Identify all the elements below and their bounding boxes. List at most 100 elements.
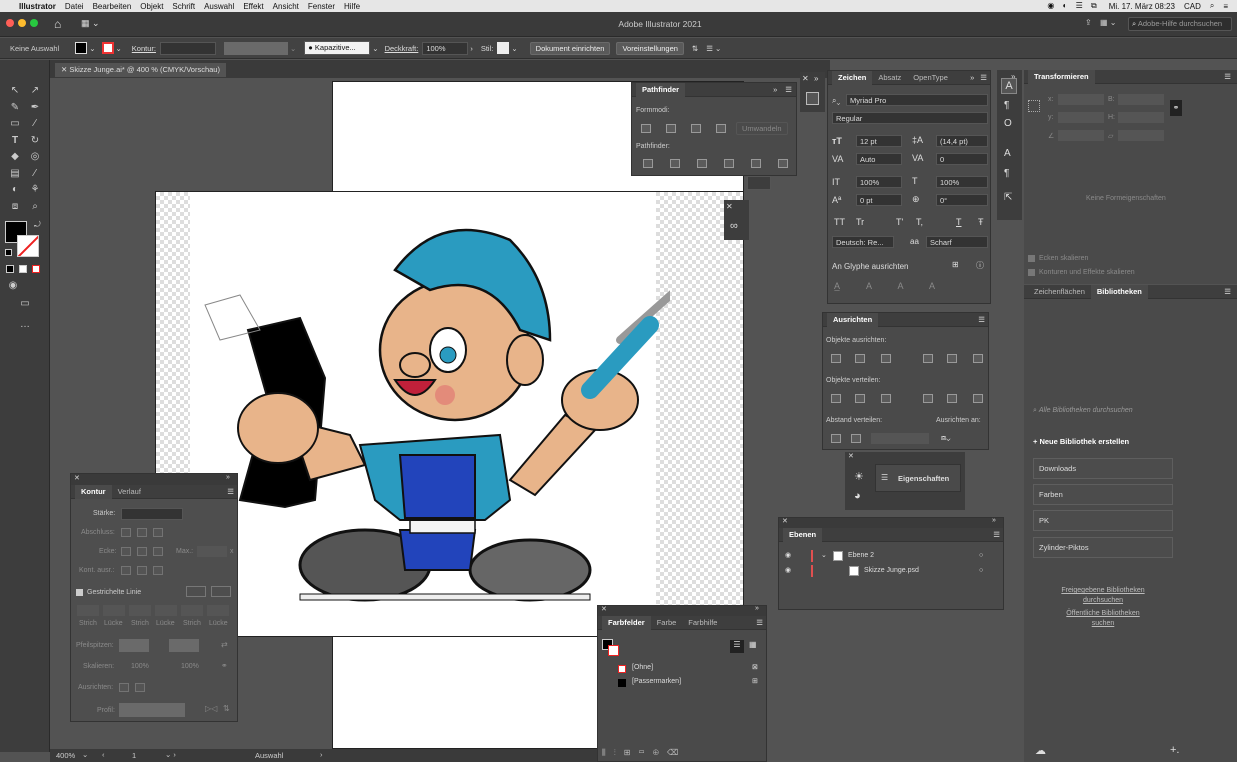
scale-end-field[interactable]: 100% (181, 663, 199, 670)
eye-icon[interactable]: ◉ (785, 549, 791, 563)
variable-width-field[interactable] (223, 41, 288, 55)
distribute-vspace-icon[interactable] (831, 434, 841, 443)
workspace-switcher-icon[interactable]: ▦ ⌄ (81, 18, 100, 29)
font-search-icon[interactable]: ⌕⌄ (832, 96, 840, 106)
stroke-swatch[interactable] (101, 42, 114, 54)
leading-field[interactable]: (14,4 pt) (936, 135, 988, 147)
angle-field[interactable] (1058, 130, 1104, 141)
panel-menu-icon[interactable]: ☰ (1224, 72, 1231, 81)
tab-zeichenflaechen[interactable]: Zeichenflächen (1028, 285, 1091, 299)
y-field[interactable] (1058, 112, 1104, 123)
limit-field[interactable] (197, 546, 227, 557)
profile-select[interactable] (119, 703, 185, 717)
x-field[interactable] (1058, 94, 1104, 105)
new-color-group-icon[interactable]: ▭ (638, 748, 652, 757)
trim-icon[interactable] (670, 159, 680, 168)
grid-view-icon[interactable]: ▦ (749, 640, 757, 649)
close-icon[interactable]: ✕ (726, 202, 733, 211)
chevron-down-icon[interactable]: ⌄ (290, 44, 296, 53)
minus-back-icon[interactable] (778, 159, 788, 168)
zoom-tool-icon[interactable]: ⌕ (28, 200, 42, 214)
pen-tool-icon[interactable]: ✎ (8, 101, 22, 115)
intersect-icon[interactable] (691, 124, 701, 133)
target-icon[interactable]: ○ (979, 564, 983, 578)
flip-along-icon[interactable]: ⇅ (223, 704, 230, 713)
fill-stroke-indicator[interactable] (602, 639, 620, 657)
strikethrough-button[interactable]: Ŧ (978, 217, 984, 227)
dashed-line-checkbox[interactable] (76, 589, 83, 596)
superscript-button[interactable]: T' (896, 217, 903, 227)
screen-mode-icon[interactable]: ▭ (18, 297, 32, 311)
underline-button[interactable]: T (956, 217, 962, 227)
swap-icon[interactable]: ⤾ (34, 220, 41, 230)
collapse-icon[interactable]: » (814, 74, 818, 83)
dash-fields[interactable] (77, 605, 233, 616)
shared-libraries-link[interactable]: Freigegebene Bibliotheken durchsuchen (1033, 586, 1173, 606)
menu-effekt[interactable]: Effekt (243, 2, 263, 11)
library-downloads[interactable]: Downloads (1033, 458, 1173, 479)
default-colors-icon[interactable] (5, 249, 12, 256)
library-menu-icon[interactable]: ⫼ (602, 748, 614, 757)
zoom-button[interactable] (30, 19, 38, 27)
tracking-field[interactable]: 0 (936, 153, 988, 165)
zoom-field[interactable]: 400% (56, 751, 75, 760)
menu-datei[interactable]: Datei (65, 2, 84, 11)
scale-corners-checkbox[interactable] (1028, 255, 1035, 262)
paintbrush-tool-icon[interactable]: ∕ (28, 117, 42, 131)
brush-select[interactable]: ● Kapazitive... (304, 41, 371, 55)
arrow-tip-icon[interactable] (119, 683, 129, 692)
lasso-tool-icon[interactable]: ◎ (28, 150, 42, 164)
flip-across-icon[interactable]: ▷◁ (205, 704, 217, 713)
font-family-select[interactable]: Myriad Pro (846, 94, 988, 106)
artboard-field[interactable]: 1 (132, 751, 136, 760)
panel-menu-icon[interactable]: ☰ (978, 315, 985, 324)
align-vcenter-icon[interactable] (947, 354, 957, 363)
stroke-color-box[interactable] (17, 235, 39, 257)
gradient-tool-icon[interactable]: ▤ (8, 167, 22, 181)
artboard-tool-icon[interactable]: ⧈ (8, 200, 22, 214)
crop-icon[interactable] (724, 159, 734, 168)
layer-row[interactable]: ◉ ⌄ Ebene 2 ○ (779, 549, 1001, 563)
all-caps-button[interactable]: TT (834, 217, 845, 227)
vertical-scale-field[interactable]: 100% (856, 176, 902, 188)
paragraph-dock-icon[interactable]: ¶ (1004, 100, 1009, 111)
fill-swatch[interactable] (75, 42, 88, 54)
panel-menu-icon[interactable]: ☰ (1224, 287, 1231, 296)
chevron-down-icon[interactable]: ⌄ (511, 44, 517, 53)
arrow-end-icon[interactable] (135, 683, 145, 692)
close-icon[interactable]: ✕ (601, 605, 607, 613)
chevron-right-icon[interactable]: › (470, 44, 473, 53)
link-icon[interactable]: ∞ (730, 220, 738, 232)
character-dock-icon[interactable]: A (1001, 78, 1017, 94)
cap-square-icon[interactable] (153, 528, 163, 537)
previous-artboard-icon[interactable]: ‹ (102, 750, 105, 759)
properties-button[interactable]: ☰ Eigenschaften (875, 464, 961, 492)
tab-transformieren[interactable]: Transformieren (1028, 69, 1095, 84)
direct-selection-tool-icon[interactable]: ↗ (28, 84, 42, 98)
dash-align-icon[interactable] (211, 586, 231, 597)
weight-field[interactable] (121, 508, 183, 520)
opacity-field[interactable]: 100% (422, 41, 469, 55)
exclude-icon[interactable] (716, 124, 726, 133)
expand-button[interactable]: Umwandeln (736, 122, 788, 135)
glyph-icon[interactable]: ⊞ (952, 260, 959, 269)
chevron-down-icon[interactable]: ⌄ (821, 549, 827, 563)
glyphs-dock-icon[interactable]: A (1004, 148, 1011, 159)
close-icon[interactable]: ✕ (74, 474, 80, 482)
delete-icon[interactable]: ⌫ (667, 748, 686, 757)
small-caps-button[interactable]: Tr (856, 217, 864, 227)
search-icon[interactable]: ⌕ (1210, 1, 1214, 11)
list-view-icon[interactable]: ☰ (730, 640, 744, 653)
panel-menu-icon[interactable]: ☰ (227, 487, 234, 496)
align-center-icon[interactable] (121, 566, 131, 575)
home-icon[interactable]: ⌂ (54, 17, 61, 31)
antialias-select[interactable]: Scharf (926, 236, 988, 248)
style-swatch[interactable] (497, 42, 510, 54)
library-farben[interactable]: Farben (1033, 484, 1173, 505)
distribute-top-icon[interactable] (831, 394, 841, 403)
horizontal-scale-field[interactable]: 100% (936, 176, 988, 188)
b-field[interactable] (1118, 94, 1164, 105)
tab-farbe[interactable]: Farbe (651, 616, 683, 630)
more-tools-icon[interactable]: … (18, 318, 32, 332)
distribute-hspace-icon[interactable] (851, 434, 861, 443)
